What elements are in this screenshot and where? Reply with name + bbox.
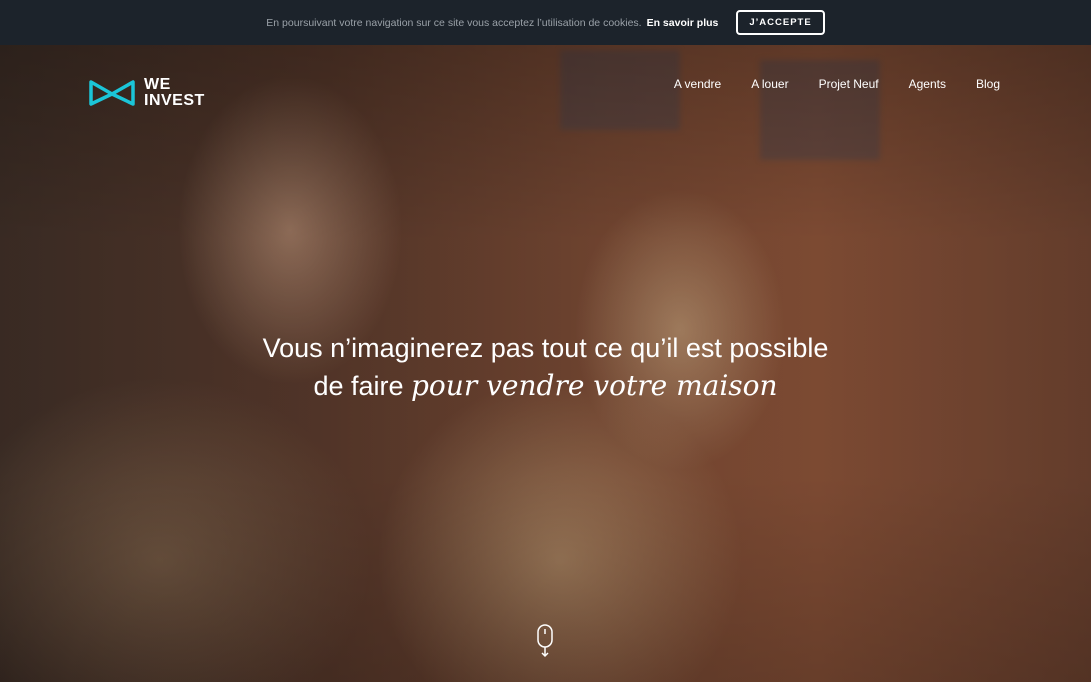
logo-line-1: WE <box>144 76 171 93</box>
main-nav: A vendre A louer Projet Neuf Agents Blog <box>674 77 1000 91</box>
bowtie-logo-icon <box>89 80 135 106</box>
cookie-banner: En poursuivant votre navigation sur ce s… <box>0 0 1091 45</box>
logo-wordmark: WE INVEST <box>144 77 205 109</box>
hero-headline-line-2: de faire pour vendre votre maison <box>0 366 1091 406</box>
hero-headline-prefix: de faire <box>313 371 411 401</box>
scroll-mouse-icon[interactable] <box>536 624 554 658</box>
nav-item-a-louer[interactable]: A louer <box>751 77 788 91</box>
nav-item-projet-neuf[interactable]: Projet Neuf <box>819 77 879 91</box>
nav-item-blog[interactable]: Blog <box>976 77 1000 91</box>
cookie-accept-button[interactable]: J’ACCEPTE <box>736 10 825 35</box>
page: En poursuivant votre navigation sur ce s… <box>0 0 1091 682</box>
logo-line-2: INVEST <box>144 92 205 109</box>
hero-headline-line-1: Vous n’imaginerez pas tout ce qu’il est … <box>262 333 829 363</box>
hero-headline: Vous n’imaginerez pas tout ce qu’il est … <box>0 330 1091 406</box>
hero-headline-emphasis: pour vendre votre maison <box>411 369 778 402</box>
nav-item-a-vendre[interactable]: A vendre <box>674 77 721 91</box>
cookie-learn-more-link[interactable]: En savoir plus <box>647 17 719 29</box>
logo[interactable]: WE INVEST <box>88 77 205 109</box>
cookie-message: En poursuivant votre navigation sur ce s… <box>266 16 642 29</box>
nav-item-agents[interactable]: Agents <box>909 77 946 91</box>
